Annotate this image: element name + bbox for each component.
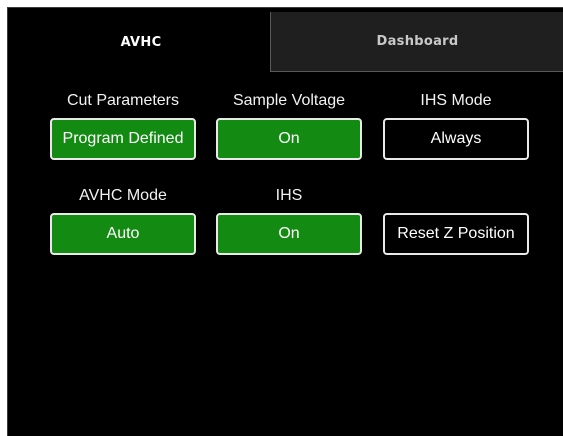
cut-parameters-value: Program Defined	[62, 130, 184, 147]
ihs-mode-value: Always	[430, 130, 482, 147]
ihs-mode-label: IHS Mode	[420, 92, 492, 109]
ihs-value: On	[278, 225, 300, 242]
avhc-mode-value: Auto	[106, 225, 140, 242]
sample-voltage-button[interactable]: On	[216, 118, 362, 160]
ihs-mode-button[interactable]: Always	[383, 118, 529, 160]
reset-z-position-label: Reset Z Position	[397, 225, 515, 242]
avhc-panel: AVHC Dashboard Cut Parameters Program De…	[7, 7, 563, 436]
ihs-label: IHS	[275, 187, 303, 204]
sample-voltage-label: Sample Voltage	[232, 92, 346, 109]
tab-dashboard-label: Dashboard	[376, 34, 459, 49]
sample-voltage-value: On	[278, 130, 300, 147]
cut-parameters-button[interactable]: Program Defined	[50, 118, 196, 160]
avhc-mode-button[interactable]: Auto	[50, 213, 196, 255]
avhc-mode-label: AVHC Mode	[79, 187, 167, 204]
cut-parameters-label: Cut Parameters	[66, 92, 180, 109]
tab-dashboard[interactable]: Dashboard	[270, 12, 563, 72]
tab-avhc-label: AVHC	[120, 34, 162, 50]
tab-avhc[interactable]: AVHC	[12, 12, 270, 72]
ihs-button[interactable]: On	[216, 213, 362, 255]
reset-z-position-button[interactable]: Reset Z Position	[383, 213, 529, 255]
